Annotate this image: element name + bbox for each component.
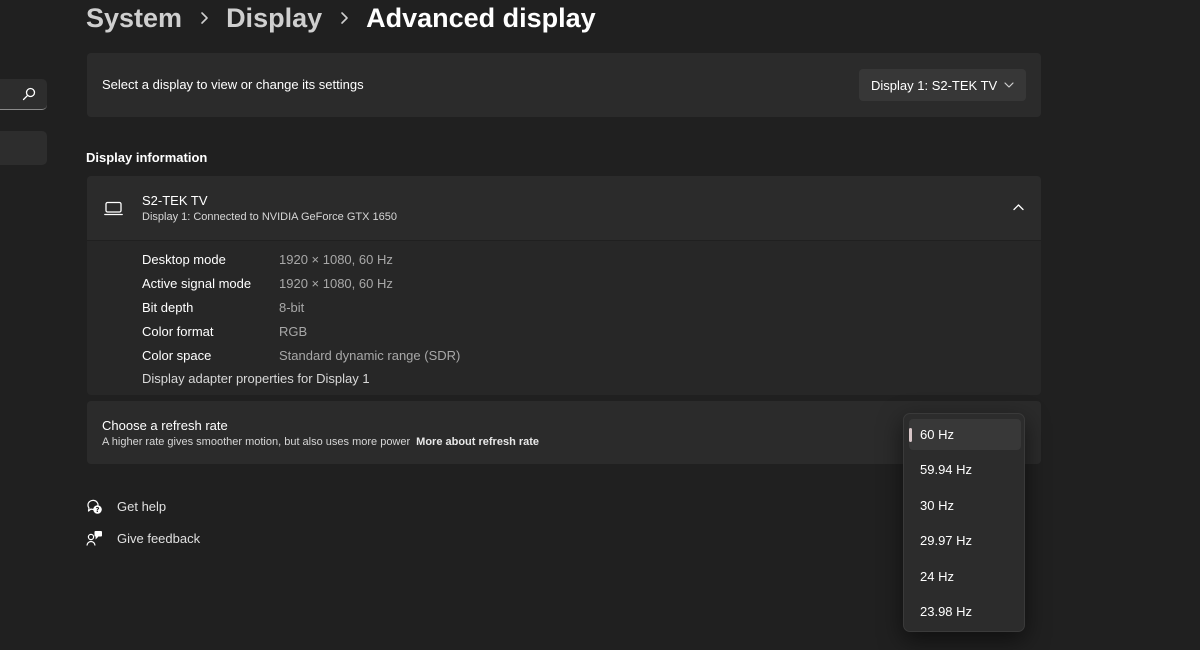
display-information-heading: Display information	[86, 150, 208, 165]
chevron-right-icon	[201, 12, 208, 24]
display-info-expander[interactable]: S2-TEK TV Display 1: Connected to NVIDIA…	[87, 176, 1041, 240]
give-feedback-label: Give feedback	[117, 531, 201, 546]
property-value: 1920 × 1080, 60 Hz	[279, 252, 393, 267]
property-value: 8-bit	[279, 300, 305, 315]
refresh-rate-flyout: 60 Hz 59.94 Hz 30 Hz 29.97 Hz 24 Hz 23.9…	[903, 413, 1025, 632]
chevron-down-icon	[1004, 82, 1014, 88]
display-connection: Display 1: Connected to NVIDIA GeForce G…	[142, 211, 397, 223]
property-row: Color format RGB	[142, 324, 307, 339]
settings-window: System Display Advanced display Select a…	[0, 0, 1200, 650]
refresh-rate-description: A higher rate gives smoother motion, but…	[102, 436, 539, 448]
refresh-rate-option-label: 59.94 Hz	[920, 462, 973, 477]
property-value: RGB	[279, 324, 308, 339]
refresh-rate-card: Choose a refresh rate A higher rate give…	[87, 401, 1041, 464]
display-select-card: Select a display to view or change its s…	[87, 53, 1041, 117]
property-label: Bit depth	[142, 300, 194, 315]
refresh-rate-option-label: 24 Hz	[920, 569, 954, 584]
get-help-link[interactable]: ? Get help	[86, 498, 166, 515]
display-dropdown-value: Display 1: S2-TEK TV	[871, 77, 998, 93]
nav-search-box[interactable]	[0, 79, 47, 110]
page-title: Advanced display	[366, 2, 596, 33]
breadcrumb: System Display Advanced display	[86, 1, 596, 35]
monitor-icon	[104, 201, 123, 216]
breadcrumb-display[interactable]: Display	[226, 3, 322, 34]
nav-item-selected[interactable]	[0, 131, 47, 165]
refresh-rate-option-label: 23.98 Hz	[920, 604, 973, 619]
refresh-rate-option-23-98[interactable]: 23.98 Hz	[909, 596, 1021, 627]
refresh-rate-option-29-97[interactable]: 29.97 Hz	[909, 525, 1021, 556]
refresh-rate-option-59-94[interactable]: 59.94 Hz	[909, 454, 1021, 485]
search-icon[interactable]	[22, 87, 36, 101]
display-name: S2-TEK TV	[142, 193, 208, 208]
property-label: Desktop mode	[142, 252, 226, 267]
display-adapter-properties-link[interactable]: Display adapter properties for Display 1	[142, 371, 370, 386]
refresh-rate-option-30[interactable]: 30 Hz	[909, 490, 1021, 521]
property-value: 1920 × 1080, 60 Hz	[279, 276, 393, 291]
help-icon: ?	[87, 499, 102, 514]
get-help-label: Get help	[117, 499, 167, 514]
display-dropdown[interactable]: Display 1: S2-TEK TV	[859, 69, 1026, 101]
property-row: Active signal mode 1920 × 1080, 60 Hz	[142, 276, 393, 291]
property-label: Active signal mode	[142, 276, 252, 291]
property-value: Standard dynamic range (SDR)	[279, 348, 461, 363]
more-about-refresh-rate-link[interactable]: More about refresh rate	[416, 436, 539, 448]
property-label: Color space	[142, 348, 212, 363]
display-select-label: Select a display to view or change its s…	[102, 77, 364, 92]
chevron-up-icon[interactable]	[1013, 203, 1024, 211]
breadcrumb-system[interactable]: System	[86, 3, 182, 34]
property-row: Desktop mode 1920 × 1080, 60 Hz	[142, 252, 393, 267]
selection-indicator	[909, 428, 912, 442]
property-label: Color format	[142, 324, 214, 339]
give-feedback-link[interactable]: Give feedback	[86, 530, 200, 547]
refresh-rate-option-label: 30 Hz	[920, 498, 954, 513]
refresh-rate-title: Choose a refresh rate	[102, 418, 228, 433]
display-info-details: Desktop mode 1920 × 1080, 60 Hz Active si…	[87, 241, 1041, 395]
property-row: Bit depth 8-bit	[142, 300, 304, 315]
svg-text:?: ?	[95, 506, 99, 514]
refresh-rate-option-label: 29.97 Hz	[920, 533, 973, 548]
refresh-rate-description-text: A higher rate gives smoother motion, but…	[102, 436, 411, 448]
refresh-rate-option-60[interactable]: 60 Hz	[909, 419, 1021, 450]
property-row: Color space Standard dynamic range (SDR)	[142, 348, 460, 363]
refresh-rate-option-label: 60 Hz	[920, 427, 954, 442]
refresh-rate-option-24[interactable]: 24 Hz	[909, 561, 1021, 592]
chevron-right-icon	[341, 12, 348, 24]
feedback-icon	[86, 531, 102, 546]
